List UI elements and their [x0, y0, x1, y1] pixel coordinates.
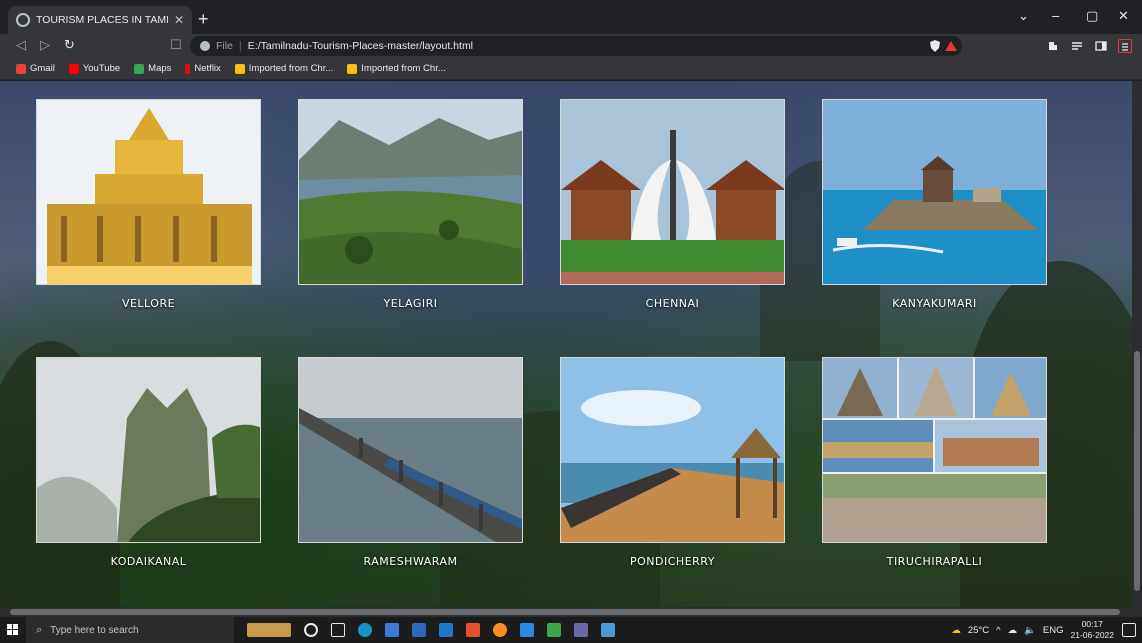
chevron-up-icon[interactable]: ^: [996, 625, 1000, 636]
tab-close-icon[interactable]: ✕: [174, 13, 184, 27]
bookmark-maps[interactable]: Maps: [134, 63, 171, 74]
firefox-icon[interactable]: [493, 623, 507, 637]
place-card[interactable]: CHENNAI: [560, 99, 785, 310]
system-tray: ☁ 25°C ^ ☁ 🔈 ENG 00:17 21-06-2022: [951, 617, 1114, 643]
file-explorer-icon[interactable]: [385, 623, 399, 637]
speaker-icon[interactable]: 🔈: [1024, 625, 1036, 636]
scheme-label: File: [216, 40, 233, 52]
reload-icon[interactable]: ↻: [64, 37, 75, 53]
url-text[interactable]: E:/Tamilnadu-Tourism-Places-master/layou…: [248, 40, 473, 52]
address-bar[interactable]: File | E:/Tamilnadu-Tourism-Places-maste…: [190, 36, 962, 56]
place-card[interactable]: KODAIKANAL: [36, 357, 261, 568]
vscode-icon[interactable]: [520, 623, 534, 637]
bookmark-netflix[interactable]: Netflix: [185, 63, 221, 74]
place-name: YELAGIRI: [383, 297, 438, 310]
netflix-icon: [185, 63, 191, 74]
place-card[interactable]: PONDICHERRY: [560, 357, 785, 568]
place-name: CHENNAI: [645, 297, 700, 310]
bookmark-folder-2[interactable]: Imported from Chr...: [347, 63, 446, 74]
sidebar-icon[interactable]: [1094, 39, 1108, 53]
windows-taskbar: ⌕ Type here to search ☁ 25°C ^ ☁ 🔈 ENG 0…: [0, 617, 1142, 643]
new-tab-button[interactable]: +: [198, 10, 209, 28]
bookmark-youtube[interactable]: YouTube: [68, 63, 120, 74]
extensions-icon[interactable]: [1046, 39, 1060, 53]
search-icon: ⌕: [36, 623, 43, 636]
place-image[interactable]: [560, 357, 785, 543]
forward-icon[interactable]: ▷: [40, 37, 50, 53]
place-name: PONDICHERRY: [630, 555, 715, 568]
place-name: VELLORE: [121, 297, 176, 310]
bookmark-icon[interactable]: ☐: [170, 37, 182, 53]
weather-icon[interactable]: ☁: [951, 625, 961, 636]
place-card[interactable]: RAMESHWARAM: [298, 357, 523, 568]
scrollbar-thumb[interactable]: [1134, 351, 1140, 591]
place-image[interactable]: [298, 99, 523, 285]
tab-title: TOURISM PLACES IN TAMILNADU: [36, 14, 168, 26]
maximize-button[interactable]: ▢: [1086, 8, 1098, 24]
horizontal-scrollbar[interactable]: [0, 607, 1142, 617]
edge-icon[interactable]: [358, 623, 372, 637]
app-icon[interactable]: [574, 623, 588, 637]
task-view-icon[interactable]: [331, 623, 345, 637]
back-icon[interactable]: ◁: [16, 37, 26, 53]
place-card[interactable]: YELAGIRI: [298, 99, 523, 310]
minimize-button[interactable]: –: [1052, 8, 1059, 23]
separator: |: [238, 40, 242, 52]
cortana-icon[interactable]: [304, 623, 318, 637]
maps-icon: [134, 63, 145, 74]
notification-icon[interactable]: [1122, 623, 1136, 637]
place-image[interactable]: [822, 99, 1047, 285]
clock[interactable]: 00:17 21-06-2022: [1071, 619, 1114, 641]
place-image[interactable]: [36, 99, 261, 285]
place-image[interactable]: [36, 357, 261, 543]
tab-strip: TOURISM PLACES IN TAMILNADU ✕ + ⌄ – ▢ ✕: [0, 0, 1142, 34]
menu-icon[interactable]: [1118, 39, 1132, 53]
mail-icon[interactable]: [439, 623, 453, 637]
search-placeholder: Type here to search: [50, 624, 139, 636]
bookmarks-bar: Gmail YouTube Maps Netflix Imported from…: [0, 58, 1142, 80]
place-image[interactable]: [822, 357, 1047, 543]
place-image[interactable]: [560, 99, 785, 285]
weather-temp[interactable]: 25°C: [968, 625, 989, 636]
bookmark-gmail[interactable]: Gmail: [16, 63, 55, 74]
place-name: RAMESHWARAM: [363, 555, 458, 568]
photos-icon[interactable]: [601, 623, 615, 637]
browser-tab[interactable]: TOURISM PLACES IN TAMILNADU ✕: [8, 6, 192, 34]
vertical-scrollbar[interactable]: [1132, 81, 1142, 607]
close-window-button[interactable]: ✕: [1118, 8, 1129, 24]
windows-icon: [7, 624, 18, 635]
folder-icon: [347, 63, 358, 74]
language-indicator[interactable]: ENG: [1043, 625, 1064, 636]
tab-search-icon[interactable]: ⌄: [1018, 8, 1029, 24]
store-icon[interactable]: [412, 623, 426, 637]
network-icon[interactable]: ☁: [1008, 625, 1018, 636]
folder-icon: [234, 63, 245, 74]
bookmark-folder-1[interactable]: Imported from Chr...: [234, 63, 333, 74]
info-icon[interactable]: [200, 41, 210, 51]
place-name: KODAIKANAL: [110, 555, 187, 568]
scrollbar-thumb[interactable]: [10, 609, 1120, 615]
place-name: TIRUCHIRAPALLI: [886, 555, 983, 568]
app-icon[interactable]: [547, 623, 561, 637]
brave-icon[interactable]: [466, 623, 480, 637]
place-name: KANYAKUMARI: [892, 297, 977, 310]
place-card[interactable]: TIRUCHIRAPALLI: [822, 357, 1047, 568]
place-card[interactable]: KANYAKUMARI: [822, 99, 1047, 310]
browser-toolbar: ◁ ▷ ↻ ☐ File | E:/Tamilnadu-Tourism-Plac…: [0, 34, 1142, 58]
rewards-icon[interactable]: [944, 39, 958, 53]
gmail-icon: [16, 63, 26, 74]
start-button[interactable]: [0, 617, 26, 643]
search-highlight-icon[interactable]: [247, 623, 291, 637]
reading-list-icon[interactable]: [1070, 39, 1084, 53]
globe-icon: [16, 13, 30, 27]
brave-shield-icon[interactable]: [928, 39, 942, 53]
taskbar-search[interactable]: ⌕ Type here to search: [26, 617, 234, 643]
place-image[interactable]: [298, 357, 523, 543]
page-viewport: VELLORE YELAGIRI CHENNAI KANYAKUMARI KOD…: [0, 81, 1132, 607]
place-card[interactable]: VELLORE: [36, 99, 261, 310]
youtube-icon: [68, 63, 79, 74]
